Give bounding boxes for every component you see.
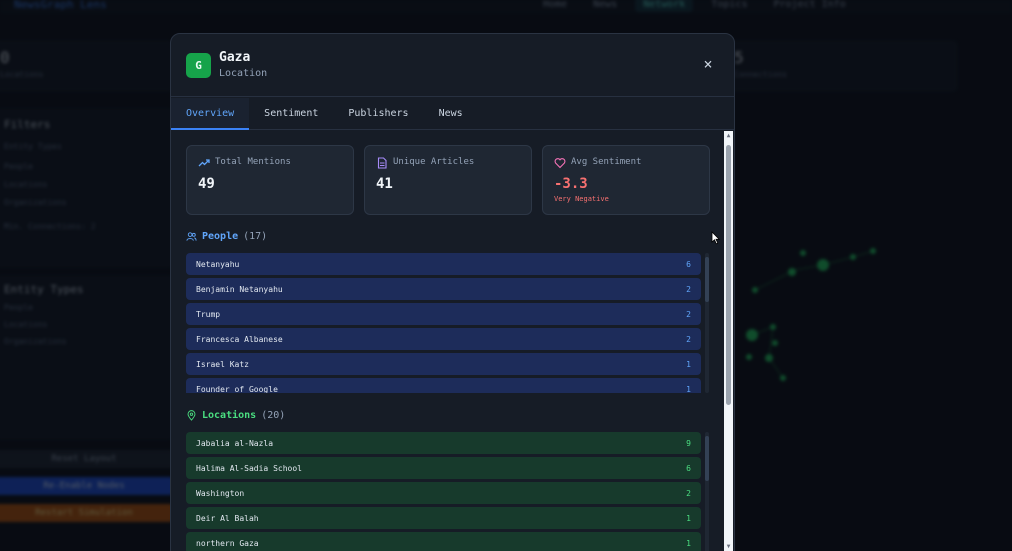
mouse-cursor-icon [711, 231, 721, 245]
scroll-down-icon[interactable]: ▼ [725, 543, 732, 550]
modal-scrollbar[interactable]: ▲ ▼ [724, 131, 733, 551]
list-item[interactable]: northern Gaza 1 [186, 532, 701, 551]
item-count: 2 [686, 309, 691, 319]
sentiment-note: Very Negative [554, 195, 609, 203]
locations-list-scrollbar[interactable] [705, 432, 709, 551]
trending-up-icon [198, 159, 210, 167]
tab-overview[interactable]: Overview [171, 98, 250, 130]
locations-list: Jabalia al-Nazla 9 Halima Al-Sadia School… [186, 432, 716, 551]
avg-sentiment-card: Avg Sentiment -3.3 Very Negative [542, 145, 710, 215]
list-item[interactable]: Deir Al Balah 1 [186, 507, 701, 529]
list-item[interactable]: Netanyahu 6 [186, 253, 701, 275]
item-name: northern Gaza [196, 538, 259, 548]
list-item[interactable]: Washington 2 [186, 482, 701, 504]
close-icon[interactable]: × [700, 56, 716, 72]
people-list-scrollbar[interactable] [705, 253, 709, 393]
item-count: 2 [686, 284, 691, 294]
item-count: 6 [686, 463, 691, 473]
card-value: 49 [198, 176, 215, 192]
people-title: People [202, 231, 239, 242]
total-mentions-card: Total Mentions 49 [186, 145, 354, 215]
list-item[interactable]: Halima Al-Sadia School 6 [186, 457, 701, 479]
item-count: 1 [686, 513, 691, 523]
entity-detail-modal: G Gaza Location × Overview Sentiment Pub… [170, 33, 735, 551]
map-pin-icon [187, 410, 196, 421]
locations-count: (20) [261, 410, 286, 421]
card-label: Unique Articles [393, 157, 475, 167]
modal-subtitle: Location [219, 68, 268, 79]
stats-cards: Total Mentions 49 Unique Articles 41 Avg… [186, 145, 710, 215]
modal-tabs: Overview Sentiment Publishers News [171, 98, 734, 130]
item-count: 1 [686, 538, 691, 548]
item-name: Deir Al Balah [196, 513, 259, 523]
list-item[interactable]: Benjamin Netanyahu 2 [186, 278, 701, 300]
people-section-header: People (17) [186, 231, 267, 242]
list-item[interactable]: Founder of Google 1 [186, 378, 701, 393]
card-label: Total Mentions [215, 157, 291, 167]
card-value: -3.3 [554, 176, 588, 192]
scroll-up-icon[interactable]: ▲ [725, 132, 732, 139]
modal-title: Gaza [219, 50, 251, 65]
users-icon [186, 232, 197, 241]
item-name: Israel Katz [196, 359, 249, 369]
locations-section-header: Locations (20) [186, 410, 285, 421]
list-item[interactable]: Jabalia al-Nazla 9 [186, 432, 701, 454]
people-list: Netanyahu 6 Benjamin Netanyahu 2 Trump 2 Fr… [186, 253, 716, 393]
item-count: 2 [686, 334, 691, 344]
tab-sentiment[interactable]: Sentiment [249, 98, 333, 130]
item-name: Netanyahu [196, 259, 240, 269]
card-label: Avg Sentiment [571, 157, 642, 167]
item-name: Benjamin Netanyahu [196, 284, 283, 294]
scroll-thumb[interactable] [726, 145, 731, 405]
people-count: (17) [243, 231, 268, 242]
list-item[interactable]: Israel Katz 1 [186, 353, 701, 375]
card-value: 41 [376, 176, 393, 192]
list-item[interactable]: Francesca Albanese 2 [186, 328, 701, 350]
item-name: Founder of Google [196, 384, 278, 394]
item-count: 1 [686, 384, 691, 394]
heart-icon [554, 158, 566, 169]
item-name: Trump [196, 309, 221, 319]
item-name: Francesca Albanese [196, 334, 283, 344]
item-count: 9 [686, 438, 691, 448]
document-icon [377, 157, 387, 169]
tab-news[interactable]: News [424, 98, 478, 130]
item-name: Jabalia al-Nazla [196, 438, 274, 448]
modal-header: G Gaza Location × [171, 34, 734, 97]
list-item[interactable]: Trump 2 [186, 303, 701, 325]
item-name: Washington [196, 488, 245, 498]
locations-title: Locations [202, 410, 257, 421]
item-name: Halima Al-Sadia School [196, 463, 302, 473]
scroll-thumb[interactable] [705, 257, 709, 302]
entity-badge: G [186, 53, 211, 78]
item-count: 1 [686, 359, 691, 369]
modal-content: Total Mentions 49 Unique Articles 41 Avg… [171, 131, 726, 551]
unique-articles-card: Unique Articles 41 [364, 145, 532, 215]
scroll-thumb[interactable] [705, 436, 709, 481]
item-count: 2 [686, 488, 691, 498]
tab-publishers[interactable]: Publishers [333, 98, 423, 130]
item-count: 6 [686, 259, 691, 269]
